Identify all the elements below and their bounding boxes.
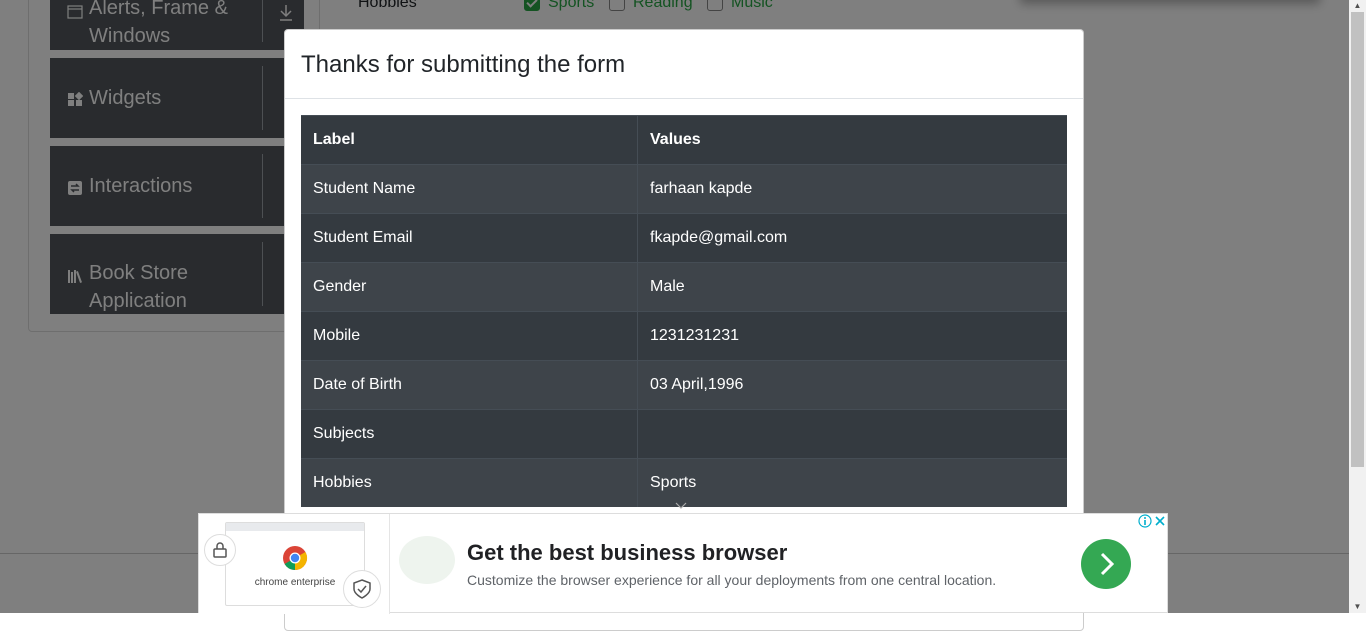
row-label: Gender [301, 262, 638, 312]
row-label: Hobbies [301, 458, 638, 507]
browser-tabbar [226, 523, 364, 531]
row-value: 03 April,1996 [637, 360, 1067, 410]
ad-banner[interactable]: chrome enterprise Get the best business … [198, 513, 1168, 614]
row-label: Mobile [301, 311, 638, 361]
table-row: Subjects [301, 409, 1067, 459]
modal-title: Thanks for submitting the form [301, 51, 626, 78]
chevron-right-icon [1100, 552, 1115, 576]
ad-subtext: Customize the browser experience for all… [467, 572, 997, 588]
table-header-row: Label Values [301, 115, 1067, 165]
table-row: Date of Birth 03 April,1996 [301, 360, 1067, 410]
column-header-label: Label [301, 115, 638, 165]
column-header-values: Values [637, 115, 1067, 165]
ad-go-button[interactable] [1081, 539, 1131, 589]
cloud-thumbnail-icon [399, 536, 455, 584]
page-scrollbar[interactable]: ▲ ▼ [1349, 0, 1366, 613]
row-value: farhaan kapde [637, 164, 1067, 214]
modal-header: Thanks for submitting the form [285, 30, 1083, 99]
chrome-logo-icon [283, 546, 308, 570]
row-value: fkapde@gmail.com [637, 213, 1067, 263]
scroll-down-arrow-icon[interactable]: ▼ [1349, 601, 1366, 613]
table-row: Hobbies Sports [301, 458, 1067, 507]
results-table: Label Values Student Name farhaan kapde S… [301, 115, 1067, 507]
ad-close-icon[interactable] [1153, 514, 1167, 528]
row-label: Date of Birth [301, 360, 638, 410]
table-row: Mobile 1231231231 [301, 311, 1067, 361]
chevron-down-icon [675, 502, 687, 509]
ad-headline[interactable]: Get the best business browser [467, 540, 787, 566]
ad-image: chrome enterprise [199, 514, 390, 614]
table-row: Student Name farhaan kapde [301, 164, 1067, 214]
adchoices-info-icon[interactable] [1138, 514, 1152, 528]
row-value: Sports [637, 458, 1067, 507]
scroll-up-arrow-icon[interactable]: ▲ [1349, 0, 1366, 12]
row-value [637, 409, 1067, 459]
row-label: Student Email [301, 213, 638, 263]
table-row: Gender Male [301, 262, 1067, 312]
row-label: Subjects [301, 409, 638, 459]
row-value: Male [637, 262, 1067, 312]
table-row: Student Email fkapde@gmail.com [301, 213, 1067, 263]
row-value: 1231231231 [637, 311, 1067, 361]
row-label: Student Name [301, 164, 638, 214]
scroll-thumb[interactable] [1351, 12, 1364, 467]
lock-icon [204, 534, 236, 566]
shield-icon [343, 570, 381, 608]
